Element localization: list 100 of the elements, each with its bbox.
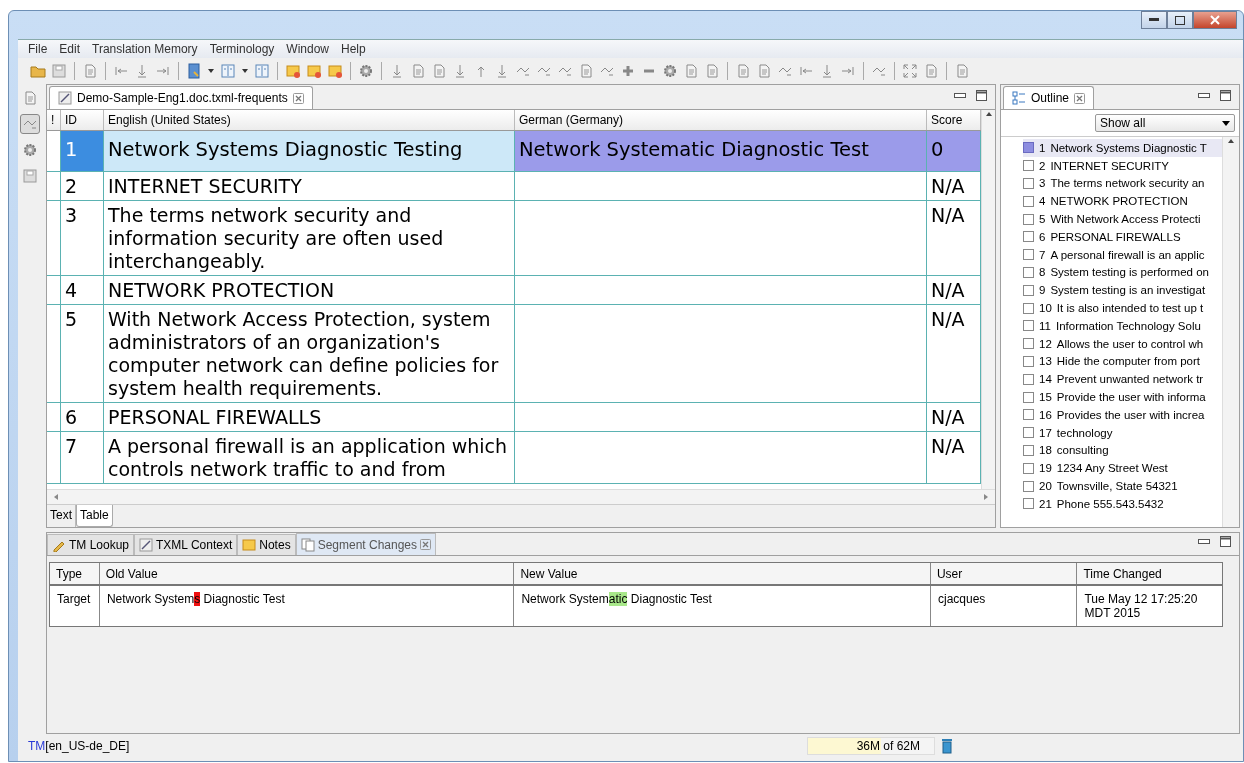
folder-icon[interactable] <box>30 63 46 79</box>
doc-icon[interactable] <box>756 63 772 79</box>
outline-item[interactable]: 6 PERSONAL FIREWALLS <box>1023 228 1222 246</box>
note-icon[interactable] <box>306 63 322 79</box>
vertical-scrollbar[interactable] <box>981 110 995 489</box>
column-header[interactable]: Old Value <box>99 563 515 584</box>
table-row[interactable]: 3 The terms network security and information security are often used interchangeably. N/A <box>47 201 981 276</box>
outline-item[interactable]: 20 Townsville, State 54321 <box>1023 477 1222 495</box>
table-cell: Target <box>50 586 100 626</box>
vertical-scrollbar[interactable] <box>1222 137 1239 527</box>
outline-item[interactable]: 2 INTERNET SECURITY <box>1023 156 1222 175</box>
doc-icon[interactable] <box>22 90 38 106</box>
doc-icon[interactable] <box>683 63 699 79</box>
outline-item[interactable]: 11 Information Technology Solu <box>1023 316 1222 335</box>
table-row[interactable]: 1 Network Systems Diagnostic Testing Network Systematic Diagnostic Test 0 <box>47 131 981 172</box>
column-header[interactable]: ! <box>47 110 61 130</box>
outline-item[interactable]: 18 consulting <box>1023 441 1222 460</box>
menu-item[interactable]: Translation Memory <box>86 42 204 56</box>
menu-item[interactable]: Terminology <box>203 42 281 56</box>
table-row[interactable]: 2 INTERNET SECURITY N/A <box>47 172 981 201</box>
minimize-icon[interactable] <box>954 91 966 100</box>
outline-item[interactable]: 12 Allows the user to control wh <box>1023 334 1222 353</box>
close-icon[interactable] <box>420 539 432 550</box>
doc-icon[interactable] <box>578 63 594 79</box>
column-header[interactable]: ID <box>61 110 104 130</box>
note-icon[interactable] <box>327 63 343 79</box>
editor-tab[interactable]: Demo-Sample-Eng1.doc.txml-frequents <box>49 86 313 109</box>
column-header[interactable]: German (Germany) <box>515 110 927 130</box>
close-button[interactable] <box>1193 11 1237 29</box>
outline-item[interactable]: 17 technology <box>1023 423 1222 442</box>
minimize-icon[interactable] <box>1198 537 1210 546</box>
table-cell: 5 <box>61 305 104 402</box>
panel-tab[interactable]: TM Lookup <box>47 534 135 555</box>
maximize-icon[interactable] <box>976 90 987 101</box>
close-icon[interactable] <box>292 92 304 104</box>
scroll-right-icon[interactable] <box>983 493 989 501</box>
outline-item[interactable]: 19 1234 Any Street West <box>1023 459 1222 478</box>
outline-item[interactable]: 14 Prevent unwanted network tr <box>1023 370 1222 389</box>
scroll-up-icon[interactable] <box>1227 137 1235 145</box>
outline-item[interactable]: 3 The terms network security an <box>1023 174 1222 193</box>
filter-dropdown[interactable]: Show all <box>1095 114 1235 132</box>
scroll-left-icon[interactable] <box>53 493 59 501</box>
minimize-icon <box>1149 18 1159 22</box>
outline-item[interactable]: 13 Hide the computer from port <box>1023 352 1222 371</box>
outline-item[interactable]: 4 NETWORK PROTECTION <box>1023 192 1222 211</box>
outline-item[interactable]: 15 Provide the user with informa <box>1023 388 1222 406</box>
segment-icon <box>1023 427 1034 439</box>
close-icon[interactable] <box>1074 92 1086 104</box>
column-header[interactable]: English (United States) <box>104 110 515 130</box>
outline-item[interactable]: 9 System testing is an investigat <box>1023 281 1222 300</box>
view-tab[interactable]: Table <box>76 505 113 527</box>
minimize-button[interactable] <box>1141 11 1167 29</box>
outline-item[interactable]: 1 Network Systems Diagnostic T <box>1023 139 1222 157</box>
outline-item[interactable]: 16 Provides the user with increa <box>1023 405 1222 424</box>
table-row[interactable]: 5 With Network Access Protection, system administrators of an organization's computer network can define policies for system health requirements. N/A <box>47 305 981 403</box>
save-icon[interactable] <box>51 63 67 79</box>
outline-item[interactable]: 8 System testing is performed on <box>1023 263 1222 282</box>
menu-item[interactable]: File <box>22 42 54 56</box>
panel-tab[interactable]: Segment Changes <box>295 533 437 555</box>
doc-icon[interactable] <box>82 63 98 79</box>
menu-item[interactable]: Help <box>335 42 372 56</box>
column-header[interactable]: Type <box>50 563 100 584</box>
expand-icon[interactable] <box>902 63 918 79</box>
menu-item[interactable]: Window <box>280 42 335 56</box>
outline-item[interactable]: 10 It is also intended to test up t <box>1023 299 1222 317</box>
doc-icon[interactable] <box>735 63 751 79</box>
note-icon[interactable] <box>285 63 301 79</box>
menu-item[interactable]: Edit <box>53 42 87 56</box>
panel-tab[interactable]: TXML Context <box>134 534 238 555</box>
minimize-icon[interactable] <box>1198 91 1210 100</box>
column-header[interactable]: User <box>930 563 1078 584</box>
gear-icon[interactable] <box>22 142 38 158</box>
outline-item[interactable]: 21 Phone 555.543.5432 <box>1023 494 1222 513</box>
panel-tab[interactable]: Notes <box>237 534 296 555</box>
plus-icon[interactable] <box>620 63 636 79</box>
table-cell: 6 <box>61 403 104 431</box>
trash-icon[interactable] <box>941 738 953 754</box>
gear-icon[interactable] <box>358 63 374 79</box>
gear-icon[interactable] <box>662 63 678 79</box>
horizontal-scrollbar[interactable] <box>47 489 995 504</box>
maximize-button[interactable] <box>1167 11 1193 29</box>
doc-icon[interactable] <box>431 63 447 79</box>
doc-icon[interactable] <box>954 63 970 79</box>
maximize-icon[interactable] <box>1220 536 1231 547</box>
table-row[interactable]: 4 NETWORK PROTECTION N/A <box>47 276 981 305</box>
save-icon[interactable] <box>22 168 38 184</box>
doc-icon[interactable] <box>923 63 939 79</box>
book-icon[interactable] <box>186 63 202 79</box>
maximize-icon[interactable] <box>1220 90 1231 101</box>
outline-item[interactable]: 5 With Network Access Protecti <box>1023 210 1222 228</box>
table-cell: 3 <box>61 201 104 275</box>
table-row[interactable]: 7 A personal firewall is an application which controls network traffic to and from N/A <box>47 432 981 484</box>
column-header[interactable]: Time Changed <box>1077 563 1222 584</box>
column-header[interactable]: New Value <box>514 563 931 584</box>
table-row[interactable]: 6 PERSONAL FIREWALLS N/A <box>47 403 981 432</box>
outline-tab[interactable]: Outline <box>1003 86 1095 109</box>
outline-item[interactable]: 7 A personal firewall is an applic <box>1023 245 1222 264</box>
item-number: 6 <box>1039 230 1046 243</box>
doc-icon[interactable] <box>704 63 720 79</box>
doc-icon[interactable] <box>410 63 426 79</box>
